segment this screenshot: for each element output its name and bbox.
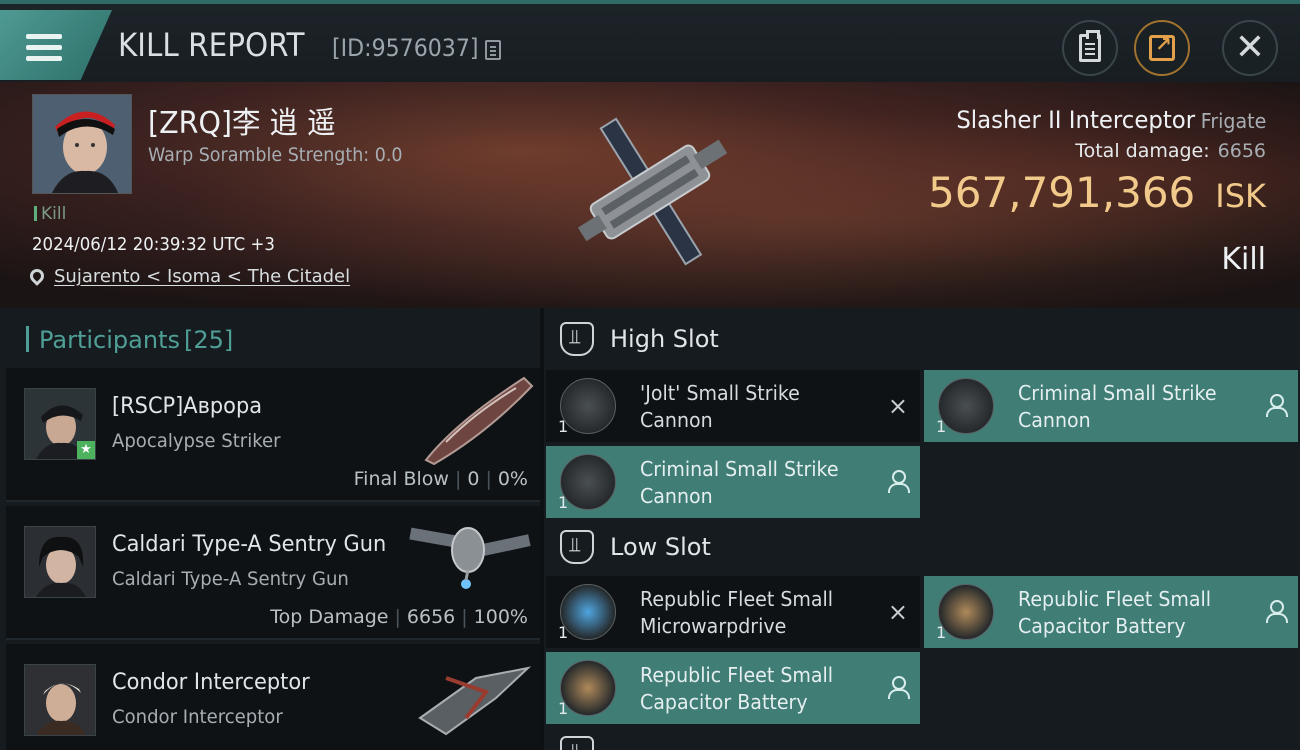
total-damage-value: 6656 xyxy=(1217,140,1266,162)
close-button[interactable]: ✕ xyxy=(1222,20,1278,76)
module-quantity: 1 xyxy=(558,623,569,642)
low-slot-label: Low Slot xyxy=(610,533,711,561)
destroyed-icon: × xyxy=(887,392,908,420)
module-slot[interactable]: 1 Criminal Small Strike Cannon xyxy=(546,446,920,518)
module-slot[interactable]: 1 Republic Fleet Small Microwarpdrive × xyxy=(546,576,920,648)
star-icon: ★ xyxy=(77,441,95,459)
destroyed-icon: × xyxy=(887,598,908,626)
victim-name: [ZRQ]李 逍 遥 xyxy=(148,106,336,141)
participant-avatar xyxy=(24,664,96,736)
copy-id-icon[interactable] xyxy=(485,40,501,60)
module-slot[interactable]: 1 Republic Fleet Small Capacitor Battery xyxy=(924,576,1298,648)
stat-label: Final Blow xyxy=(353,468,449,490)
dropped-person-icon xyxy=(1266,600,1288,623)
participant-ship: Caldari Type-A Sentry Gun xyxy=(112,568,349,590)
participant-row[interactable]: ★ [RSCP]Аврора Apocalypse Striker Final … xyxy=(6,368,540,502)
isk-amount: 567,791,366 xyxy=(928,168,1196,217)
next-slot-header xyxy=(560,736,610,750)
location-link[interactable]: Sujarento < Isoma < The Citadel xyxy=(54,266,350,287)
participant-ship-image xyxy=(409,527,531,589)
participant-name: [RSCP]Аврора xyxy=(112,394,263,419)
participants-label: Participants xyxy=(39,326,180,354)
participant-row[interactable]: Caldari Type-A Sentry Gun Caldari Type-A… xyxy=(6,506,540,640)
low-slot-header: Low Slot xyxy=(560,530,711,564)
module-quantity: 1 xyxy=(936,417,947,436)
participant-name: Condor Interceptor xyxy=(112,670,310,695)
victim-ship-image xyxy=(577,117,728,266)
module-slot[interactable]: 1 Criminal Small Strike Cannon xyxy=(924,370,1298,442)
capacitor-battery-icon xyxy=(560,660,616,716)
victim-ship-class: Frigate xyxy=(1200,109,1266,133)
cannon-icon xyxy=(938,378,994,434)
total-damage: Total damage: 6656 xyxy=(1075,140,1266,162)
share-button[interactable] xyxy=(1134,20,1190,76)
victim-portrait[interactable] xyxy=(32,94,132,194)
participant-stats: Top Damage | 6656 | 100% xyxy=(270,606,528,628)
dropped-person-icon xyxy=(888,676,910,699)
warp-scramble-strength: Warp Soramble Strength: 0.0 xyxy=(148,144,403,166)
module-name: Criminal Small Strike Cannon xyxy=(1018,381,1217,432)
module-quantity: 1 xyxy=(558,493,569,512)
victim-ship: Slasher II Interceptor Frigate xyxy=(956,106,1266,134)
fitting-panel: High Slot 1 'Jolt' Small Strike Cannon ×… xyxy=(544,308,1300,750)
share-icon xyxy=(1149,32,1175,61)
dropped-person-icon xyxy=(888,470,910,493)
module-quantity: 1 xyxy=(558,417,569,436)
location-pin-icon xyxy=(27,266,47,286)
participants-header: Participants [25] xyxy=(26,326,233,354)
kill-location[interactable]: Sujarento < Isoma < The Citadel xyxy=(27,266,350,287)
module-quantity: 1 xyxy=(558,699,569,718)
participants-panel: Participants [25] ★ [RSCP]Аврора Apocalyp… xyxy=(0,308,540,750)
kill-datetime: 2024/06/12 20:39:32 UTC +3 xyxy=(32,234,275,255)
module-name: Republic Fleet Small Capacitor Battery xyxy=(640,663,834,714)
top-bar: KILL REPORT [ID:9576037] ✕ xyxy=(0,0,1300,82)
capacitor-battery-icon xyxy=(938,584,994,640)
close-icon: ✕ xyxy=(1234,27,1266,68)
microwarpdrive-icon xyxy=(560,584,616,640)
victim-ship-name: Slasher II Interceptor xyxy=(956,106,1195,134)
dropped-person-icon xyxy=(1266,394,1288,417)
participant-name: Caldari Type-A Sentry Gun xyxy=(112,532,387,557)
module-quantity: 1 xyxy=(936,623,947,642)
menu-button[interactable] xyxy=(0,10,112,80)
module-slot[interactable]: 1 Republic Fleet Small Capacitor Battery xyxy=(546,652,920,724)
stat-percent: 100% xyxy=(473,606,528,628)
participant-ship: Apocalypse Striker xyxy=(112,430,281,452)
stat-percent: 0% xyxy=(497,468,528,490)
module-name: Republic Fleet Small Microwarpdrive xyxy=(640,587,834,638)
total-damage-label: Total damage: xyxy=(1075,140,1210,162)
participant-ship-image xyxy=(418,666,532,736)
high-slot-icon xyxy=(560,322,594,356)
cannon-icon xyxy=(560,454,616,510)
victim-banner: [ZRQ]李 逍 遥 Warp Soramble Strength: 0.0 K… xyxy=(0,82,1300,308)
stat-label: Top Damage xyxy=(270,606,389,628)
page-title: KILL REPORT xyxy=(118,26,305,64)
cannon-icon xyxy=(560,378,616,434)
low-slot-icon xyxy=(560,530,594,564)
kill-tag: Kill xyxy=(34,204,66,224)
module-name: Republic Fleet Small Capacitor Battery xyxy=(1018,587,1212,638)
result-label: Kill xyxy=(1221,242,1266,277)
module-slot[interactable]: 1 'Jolt' Small Strike Cannon × xyxy=(546,370,920,442)
module-name: 'Jolt' Small Strike Cannon xyxy=(640,381,800,432)
clipboard-icon xyxy=(1079,30,1101,62)
isk-unit: ISK xyxy=(1215,177,1266,215)
participant-avatar: ★ xyxy=(24,388,96,460)
hamburger-icon xyxy=(26,34,62,62)
report-id: [ID:9576037] xyxy=(332,34,479,62)
isk-value: 567,791,366 ISK xyxy=(928,168,1266,217)
participants-count: [25] xyxy=(183,326,234,354)
participant-row[interactable]: Condor Interceptor Condor Interceptor xyxy=(6,644,540,750)
module-name: Criminal Small Strike Cannon xyxy=(640,457,839,508)
participant-avatar xyxy=(24,526,96,598)
high-slot-header: High Slot xyxy=(560,322,719,356)
participant-stats: Final Blow | 0 | 0% xyxy=(353,468,528,490)
participant-ship-image xyxy=(424,376,534,466)
clipboard-button[interactable] xyxy=(1062,20,1118,76)
participant-ship: Condor Interceptor xyxy=(112,706,283,728)
high-slot-label: High Slot xyxy=(610,325,719,353)
stat-damage: 6656 xyxy=(406,606,456,628)
stat-damage: 0 xyxy=(467,468,480,490)
slot-icon xyxy=(560,736,594,750)
